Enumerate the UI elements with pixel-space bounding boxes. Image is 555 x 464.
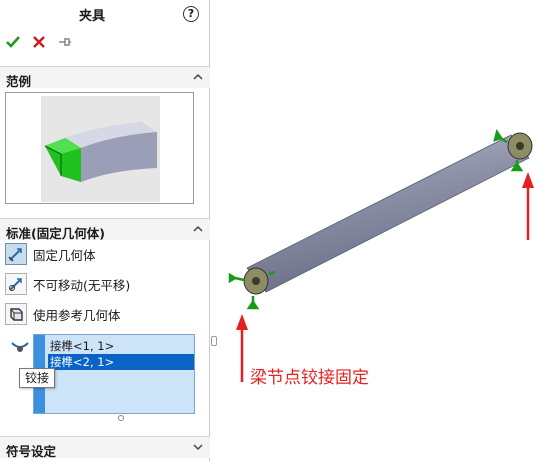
option-immovable[interactable]: 不可移动(无平移) [5,273,130,295]
example-section-label: 范例 [6,74,32,89]
chevron-up-icon[interactable] [192,71,204,83]
selection-list[interactable]: 接榫<1, 1> 接榫<2, 1> [33,334,195,414]
annotation-text: 梁节点铰接固定 [250,368,369,388]
symbol-section-header[interactable]: 符号设定 [0,436,210,459]
chevron-down-icon[interactable] [192,441,204,453]
beam-end-right[interactable] [507,132,533,160]
arrow-left [236,314,248,382]
example-preview [5,92,194,204]
option-reference-geometry[interactable]: 使用参考几何体 [5,303,121,325]
action-bar [4,33,74,51]
list-resize-handle[interactable] [118,415,124,421]
option-label: 固定几何体 [33,247,96,263]
immovable-icon [5,273,27,295]
arrow-right [522,172,534,240]
pin-icon[interactable] [56,33,74,51]
option-fixed-geometry[interactable]: 固定几何体 [5,243,96,265]
faces-edges-icon [11,342,29,352]
property-manager-panel: 夹具 ? 范例 标准(固定几何体) 固定几何体 不可移动(无平移) 使用参考几何… [0,0,210,461]
standard-section-header[interactable]: 标准(固定几何体) [0,218,210,241]
help-icon[interactable]: ? [183,6,199,22]
example-image [41,96,160,202]
panel-title: 夹具 [78,9,105,24]
beam[interactable] [246,134,530,293]
graphics-area[interactable] [211,0,555,461]
reference-geometry-icon [5,303,27,325]
symbol-section-label: 符号设定 [6,444,57,459]
example-section-header[interactable]: 范例 [0,66,210,89]
cancel-icon[interactable] [30,33,48,51]
standard-section-label: 标准(固定几何体) [6,226,105,241]
tooltip: 铰接 [19,368,55,388]
list-item[interactable]: 接榫<1, 1> [48,338,194,354]
chevron-up-icon[interactable] [192,223,204,235]
option-label: 不可移动(无平移) [33,277,131,293]
option-label: 使用参考几何体 [33,307,121,323]
beam-end-left[interactable] [243,267,269,295]
ok-icon[interactable] [4,33,22,51]
fixed-geometry-icon [5,243,27,265]
list-item-selected[interactable]: 接榫<2, 1> [48,354,194,370]
